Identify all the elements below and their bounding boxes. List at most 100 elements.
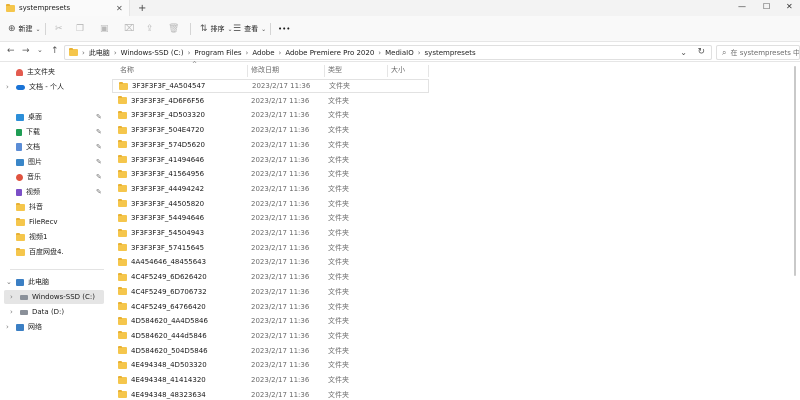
minimize-button[interactable]: — — [738, 2, 746, 11]
refresh-icon[interactable]: ↻ — [697, 47, 705, 57]
sidebar-item-pictures[interactable]: 图片 ✎ — [0, 155, 108, 169]
breadcrumb-item[interactable]: Adobe — [252, 49, 274, 57]
table-row[interactable]: 3F3F3F3F_41564956 2023/2/17 11:36 文件夹 — [112, 167, 429, 181]
more-options-button[interactable]: ••• — [278, 22, 290, 36]
table-row[interactable]: 4D584620_444d5846 2023/2/17 11:36 文件夹 — [112, 329, 429, 343]
sort-ascending-icon: ^ — [192, 61, 198, 68]
sidebar-item-home[interactable]: 主文件夹 — [0, 65, 108, 79]
column-header-modified[interactable]: 修改日期 — [251, 62, 279, 78]
table-row[interactable]: 4C4F5249_64766420 2023/2/17 11:36 文件夹 — [112, 300, 429, 314]
column-divider[interactable] — [428, 65, 429, 77]
table-row[interactable]: 4D584620_504D5846 2023/2/17 11:36 文件夹 — [112, 344, 429, 358]
sidebar-item-windows-ssd[interactable]: › Windows-SSD (C:) — [4, 290, 104, 304]
new-tab-button[interactable]: + — [138, 3, 146, 14]
close-window-button[interactable]: ✕ — [786, 2, 793, 11]
sidebar-item-douyin[interactable]: 抖音 — [0, 200, 108, 214]
forward-button[interactable]: → — [22, 46, 30, 56]
chevron-down-icon[interactable]: ⌄ — [6, 278, 12, 286]
table-row[interactable]: 4D584620_4A4D5846 2023/2/17 11:36 文件夹 — [112, 314, 429, 328]
rename-button[interactable]: ⌧ — [124, 22, 134, 36]
table-row[interactable]: 3F3F3F3F_44505820 2023/2/17 11:36 文件夹 — [112, 197, 429, 211]
breadcrumb-item[interactable]: Program Files — [194, 49, 241, 57]
maximize-button[interactable]: ☐ — [763, 2, 770, 11]
sidebar-item-label: 图片 — [28, 158, 42, 166]
column-header-size[interactable]: 大小 — [391, 62, 405, 78]
sidebar-item-onedrive[interactable]: › 文档 - 个人 — [0, 80, 108, 94]
sidebar-item-filerecv[interactable]: FileRecv — [0, 215, 108, 229]
file-name: 3F3F3F3F_4D6F6F56 — [131, 96, 205, 105]
file-type: 文件夹 — [328, 140, 349, 149]
file-name: 4C4F5249_6D626420 — [131, 273, 207, 282]
table-row[interactable]: 4A454646_48455643 2023/2/17 11:36 文件夹 — [112, 255, 429, 269]
address-bar[interactable]: › 此电脑 › Windows-SSD (C:) › Program Files… — [64, 45, 712, 60]
back-button[interactable]: ← — [7, 46, 15, 56]
sidebar-item-downloads[interactable]: 下载 ✎ — [0, 125, 108, 139]
sidebar-item-documents[interactable]: 文档 ✎ — [0, 140, 108, 154]
pin-icon: ✎ — [96, 143, 102, 151]
column-divider[interactable] — [247, 65, 248, 77]
recent-locations-button[interactable]: ⌄ — [37, 46, 43, 54]
table-row[interactable]: 3F3F3F3F_54494646 2023/2/17 11:36 文件夹 — [112, 211, 429, 225]
table-row[interactable]: 3F3F3F3F_41494646 2023/2/17 11:36 文件夹 — [112, 153, 429, 167]
search-box[interactable]: ⌕ 在 systempresets 中搜索 — [716, 45, 800, 60]
file-name: 3F3F3F3F_54504943 — [131, 229, 205, 237]
table-row[interactable]: 3F3F3F3F_504E4720 2023/2/17 11:36 文件夹 — [112, 123, 429, 137]
column-header-type[interactable]: 类型 — [328, 62, 342, 78]
breadcrumb-item[interactable]: systempresets — [425, 49, 476, 57]
table-row[interactable]: 4E494348_4D503320 2023/2/17 11:36 文件夹 — [112, 358, 429, 372]
sidebar-item-videos1[interactable]: 视频1 — [0, 230, 108, 244]
folder-icon — [118, 96, 127, 105]
chevron-right-icon[interactable]: › — [10, 293, 13, 301]
delete-button[interactable]: 🗑 — [168, 22, 179, 36]
chevron-right-icon[interactable]: › — [6, 83, 9, 91]
table-row[interactable]: 3F3F3F3F_4D6F6F56 2023/2/17 11:36 文件夹 — [112, 94, 429, 108]
up-button[interactable]: ↑ — [51, 46, 59, 56]
sidebar-item-network[interactable]: › 网络 — [0, 320, 108, 334]
plus-circle-icon: ⊕ — [8, 24, 16, 34]
sidebar-item-this-pc[interactable]: ⌄ 此电脑 — [0, 275, 108, 289]
sidebar-item-videos[interactable]: 视频 ✎ — [0, 185, 108, 199]
table-row[interactable]: 3F3F3F3F_44494242 2023/2/17 11:36 文件夹 — [112, 182, 429, 196]
cut-button[interactable]: ✂ — [55, 22, 63, 36]
paste-button[interactable]: ▣ — [100, 22, 109, 36]
title-bar: systempresets ✕ + — ☐ ✕ — [0, 0, 800, 16]
sidebar-item-baidu[interactable]: 百度网盘4. — [0, 245, 108, 259]
table-row[interactable]: 3F3F3F3F_54504943 2023/2/17 11:36 文件夹 — [112, 226, 429, 240]
breadcrumb-item[interactable]: 此电脑 — [89, 48, 110, 58]
column-divider[interactable] — [324, 65, 325, 77]
new-button[interactable]: ⊕ 新建 ⌄ — [8, 22, 41, 36]
copy-button[interactable]: ❐ — [76, 22, 84, 36]
file-name: 3F3F3F3F_4A504547 — [132, 82, 206, 90]
table-row[interactable]: 4E494348_48323634 2023/2/17 11:36 文件夹 — [112, 388, 429, 400]
chevron-right-icon[interactable]: › — [10, 308, 13, 316]
share-button[interactable]: ⇪ — [146, 22, 154, 36]
column-header-name[interactable]: 名称 ^ — [120, 61, 197, 78]
breadcrumb-item[interactable]: Windows-SSD (C:) — [121, 49, 184, 57]
table-row[interactable]: 4C4F5249_6D626420 2023/2/17 11:36 文件夹 — [112, 270, 429, 284]
tab-close-icon[interactable]: ✕ — [116, 4, 123, 13]
breadcrumb-item[interactable]: MediaIO — [385, 49, 414, 57]
table-row[interactable]: 3F3F3F3F_574D5620 2023/2/17 11:36 文件夹 — [112, 138, 429, 152]
sidebar-item-data-d[interactable]: › Data (D:) — [0, 305, 108, 319]
file-modified: 2023/2/17 11:36 — [251, 390, 310, 399]
file-type: 文件夹 — [328, 376, 349, 384]
sidebar-item-music[interactable]: 音乐 ✎ — [0, 170, 108, 184]
table-row[interactable]: 3F3F3F3F_4A504547 2023/2/17 11:36 文件夹 — [112, 79, 429, 93]
table-row[interactable]: 4E494348_41414320 2023/2/17 11:36 文件夹 — [112, 373, 429, 387]
breadcrumb-item[interactable]: Adobe Premiere Pro 2020 — [285, 49, 374, 57]
column-divider[interactable] — [387, 65, 388, 77]
sidebar-item-desktop[interactable]: 桌面 ✎ — [0, 110, 108, 124]
table-row[interactable]: 4C4F5249_6D706732 2023/2/17 11:36 文件夹 — [112, 285, 429, 299]
folder-icon — [118, 346, 127, 355]
sort-button[interactable]: ⇅ 排序 ⌄ — [200, 22, 233, 36]
table-row[interactable]: 3F3F3F3F_4D503320 2023/2/17 11:36 文件夹 — [112, 108, 429, 122]
vertical-scrollbar-thumb[interactable] — [794, 66, 796, 276]
view-button[interactable]: ☰ 查看 ⌄ — [233, 22, 266, 36]
file-type: 文件夹 — [328, 361, 349, 370]
chevron-right-icon[interactable]: › — [6, 323, 9, 331]
table-row[interactable]: 3F3F3F3F_57415645 2023/2/17 11:36 文件夹 — [112, 241, 429, 255]
address-dropdown-icon[interactable]: ⌄ — [680, 48, 687, 57]
tab-systempresets[interactable]: systempresets ✕ — [0, 0, 130, 16]
tab-title: systempresets — [19, 4, 71, 12]
file-modified: 2023/2/17 11:36 — [251, 331, 310, 340]
